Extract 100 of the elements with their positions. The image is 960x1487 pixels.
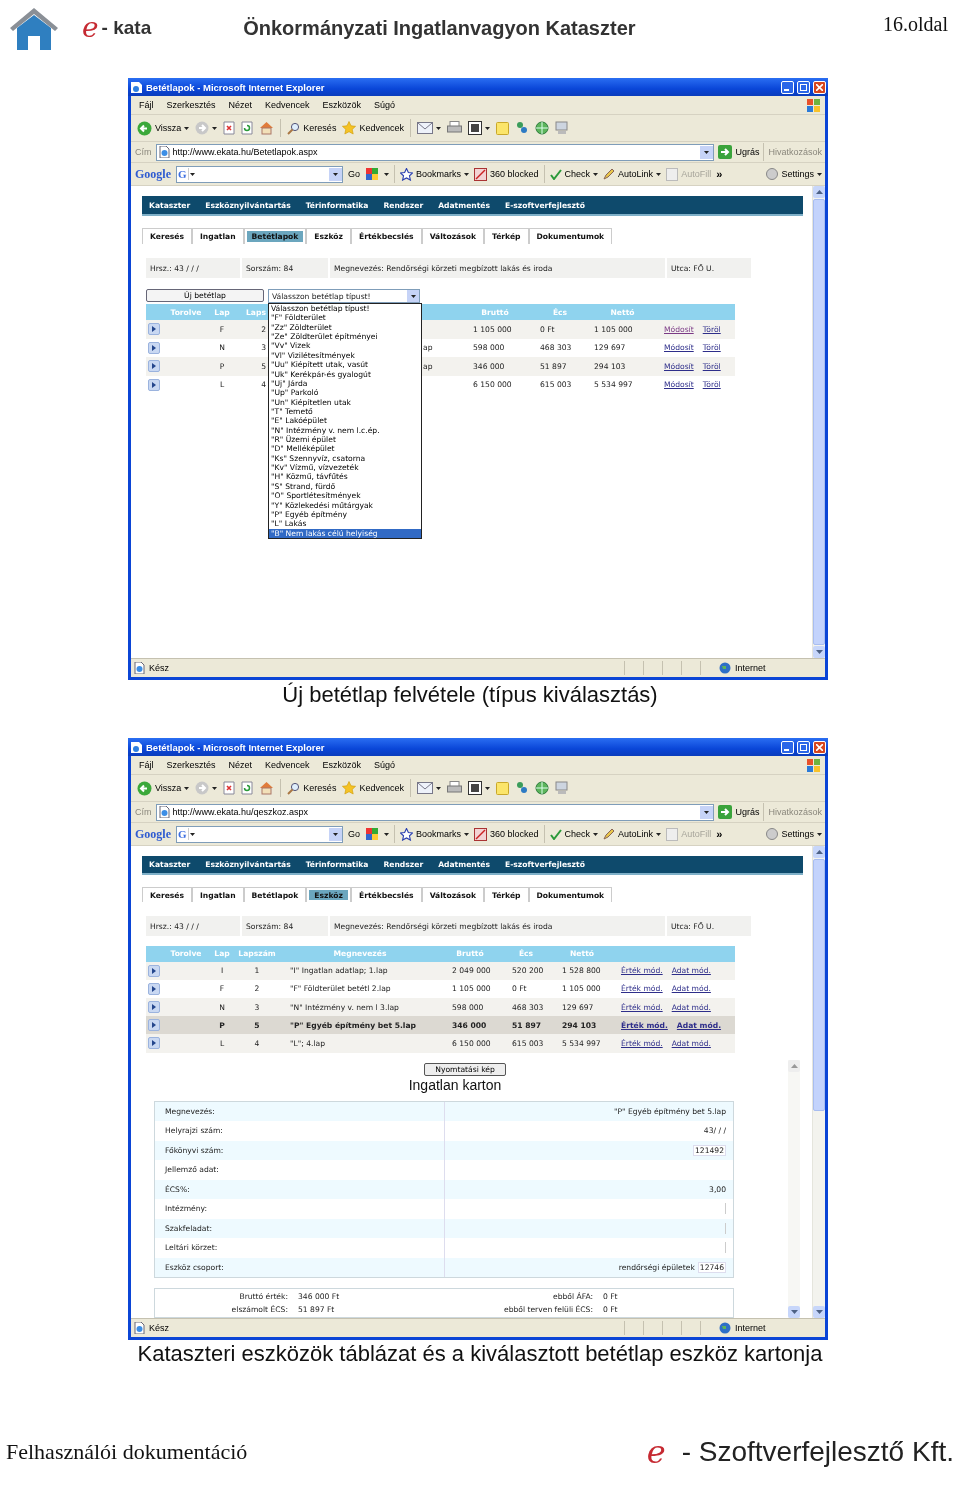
expand-button[interactable] [148,360,160,373]
back-button[interactable]: Vissza [137,120,190,136]
expand-button[interactable] [148,964,160,977]
expand-button[interactable] [148,341,160,354]
scrollbar[interactable] [788,1059,800,1318]
menu-item[interactable]: Kedvencek [265,100,310,110]
caret-icon [484,786,490,790]
stop-button[interactable] [223,781,236,795]
menu-item[interactable]: Fájl [139,760,154,770]
popup-blocker-button[interactable]: 360 blocked [474,827,539,841]
blocks-icon [365,827,379,841]
star-icon [400,167,413,181]
favorites-button[interactable]: Kedvencek [342,121,404,135]
menu-item[interactable]: Súgó [374,760,396,770]
menu-item[interactable]: Eszközök [322,760,362,770]
scrollbar[interactable] [812,846,825,1318]
expand-button[interactable] [148,1037,160,1050]
expand-button[interactable] [148,378,160,391]
go-button[interactable]: Go [348,829,360,839]
refresh-button[interactable] [241,781,254,795]
mail-button[interactable] [416,122,441,134]
document-icon [467,121,482,135]
window-title: Betétlapok - Microsoft Internet Explorer [146,741,326,753]
search-field[interactable]: G [176,825,343,843]
globe-icon [719,1322,731,1334]
favorites-button[interactable]: Kedvencek [342,781,404,795]
forward-button[interactable] [195,781,218,795]
scrollbar[interactable] [812,186,825,658]
document-title: Önkormányzati Ingatlanvagyon Kataszter [243,16,636,40]
chevron-icon [152,1040,156,1047]
caret-icon [435,126,441,130]
minimize-button[interactable] [781,740,794,754]
print-button[interactable] [446,781,462,795]
chevron-icon [152,1022,156,1029]
menu-item[interactable]: Kedvencek [265,760,310,770]
menu-item[interactable]: Fájl [139,100,154,110]
go-button[interactable]: Ugrás [718,145,760,159]
check-icon [549,828,562,840]
autolink-button[interactable]: AutoLink [603,828,662,840]
status-text: Kész [149,1323,169,1333]
home-button[interactable] [259,121,275,135]
expand-button[interactable] [148,323,160,336]
note-icon [495,121,509,135]
menu-item[interactable]: Eszközök [322,100,362,110]
down-arrow-icon [815,1310,823,1314]
menu-item[interactable]: Szerkesztés [166,760,216,770]
home-button[interactable] [259,781,275,795]
more-button[interactable]: » [716,828,723,840]
refresh-button[interactable] [241,121,254,135]
edit-button[interactable] [467,781,490,795]
close-icon [816,743,823,751]
expand-button[interactable] [148,1019,160,1032]
menu-item[interactable]: Nézet [228,760,253,770]
search-field[interactable]: G [176,165,343,183]
browser-icon [130,80,143,94]
expand-button[interactable] [148,1001,160,1014]
go-button[interactable]: Go [348,169,360,179]
spellcheck-button[interactable]: Check [549,168,599,180]
more-button[interactable]: » [716,168,723,180]
minimize-button[interactable] [781,80,794,94]
menu-item[interactable]: Nézet [228,100,253,110]
bookmarks-button[interactable]: Bookmarks [400,827,470,841]
menu-item[interactable]: Súgó [374,100,396,110]
globe-button[interactable] [534,781,549,795]
chevron-icon [152,967,156,974]
close-button[interactable] [813,740,826,754]
close-button[interactable] [813,80,826,94]
maximize-button[interactable] [797,80,810,94]
globe-icon [719,662,731,674]
forward-button[interactable] [195,121,218,135]
maximize-button[interactable] [797,740,810,754]
window-title: Betétlapok - Microsoft Internet Explorer [146,81,326,93]
spellcheck-button[interactable]: Check [549,828,599,840]
address-field[interactable]: http://www.ekata.hu/qeszkoz.aspx [155,803,715,821]
back-button[interactable]: Vissza [137,780,190,796]
settings-button[interactable]: Settings [766,168,822,180]
autolink-button[interactable]: AutoLink [603,168,662,180]
mail-button[interactable] [416,782,441,794]
stop-button[interactable] [223,121,236,135]
caret-icon [212,786,218,790]
edit-button[interactable] [467,121,490,135]
print-button[interactable] [446,121,462,135]
go-button[interactable]: Ugrás [718,805,760,819]
search-button[interactable]: Keresés [287,781,337,795]
messenger-button[interactable] [514,121,529,135]
settings-button[interactable]: Settings [766,828,822,840]
address-field[interactable]: http://www.ekata.hu/Betetlapok.aspx [155,143,715,161]
search-button[interactable]: Keresés [287,121,337,135]
printer-icon [446,781,462,795]
globe-button[interactable] [534,121,549,135]
messenger-button[interactable] [514,781,529,795]
popup-blocker-button[interactable]: 360 blocked [474,167,539,181]
expand-button[interactable] [148,982,160,995]
forward-icon [195,121,210,135]
bookmarks-button[interactable]: Bookmarks [400,167,470,181]
page-icon [158,146,170,158]
computer-icon [554,121,569,135]
people-icon [514,121,529,135]
menu-item[interactable]: Szerkesztés [166,100,216,110]
envelope-icon [416,122,433,134]
